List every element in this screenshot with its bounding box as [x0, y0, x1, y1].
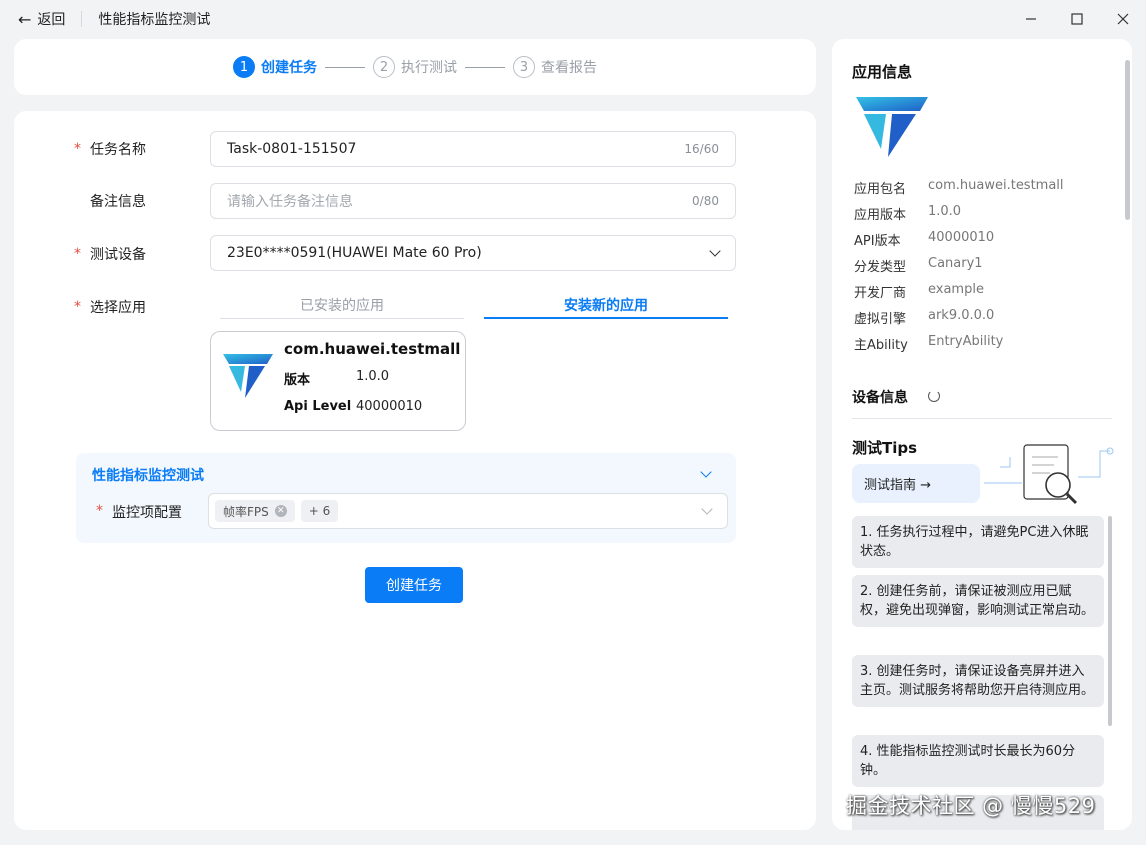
- info-key: 开发厂商: [854, 286, 907, 301]
- search-document-illustration-icon: [984, 444, 1114, 505]
- step-label: 执行测试: [401, 60, 457, 76]
- tip-item: 2. 创建任务前，请保证被测应用已赋权，避免出现弹窗，影响测试正常启动。: [852, 575, 1104, 627]
- chevron-down-icon[interactable]: [700, 466, 712, 478]
- loading-spinner-icon: [928, 390, 940, 402]
- app-logo-icon: [223, 354, 273, 398]
- app-source-tabs: 已安装的应用 安装新的应用: [220, 295, 728, 319]
- remark-label: 备注信息: [90, 194, 146, 210]
- required-mark: *: [74, 141, 81, 157]
- char-counter: 16/60: [684, 142, 719, 156]
- task-name-label: 任务名称: [90, 142, 146, 158]
- arrow-left-icon: ←: [18, 9, 32, 29]
- step-label: 创建任务: [261, 60, 317, 76]
- step-create-task[interactable]: 1 创建任务: [233, 56, 317, 78]
- create-task-button[interactable]: 创建任务: [365, 567, 463, 603]
- required-mark: *: [96, 503, 103, 519]
- version-key: 版本: [284, 373, 311, 388]
- watermark: 掘金技术社区 @ 慢慢529: [846, 794, 1096, 818]
- tag-more-count: + 6: [300, 500, 339, 522]
- tab-install-new-app[interactable]: 安装新的应用: [484, 295, 728, 319]
- device-select[interactable]: 23E0****0591(HUAWEI Mate 60 Pro): [210, 235, 736, 271]
- info-value: Canary1: [928, 256, 983, 271]
- info-value: example: [928, 282, 984, 297]
- tag-fps: 帧率FPS ✕: [215, 500, 295, 522]
- char-counter: 0/80: [692, 194, 719, 208]
- tag-label: 帧率FPS: [223, 504, 269, 519]
- device-value: 23E0****0591(HUAWEI Mate 60 Pro): [227, 245, 482, 261]
- close-icon: [1117, 13, 1129, 25]
- window-controls: [1008, 0, 1146, 38]
- required-mark: *: [74, 246, 81, 262]
- info-value: ark9.0.0.0: [928, 308, 995, 323]
- step-number: 3: [513, 56, 535, 78]
- info-value: EntryAbility: [928, 334, 1004, 349]
- app-package-name: com.huawei.testmall: [284, 340, 461, 358]
- step-connector: [465, 66, 505, 68]
- title-divider: [81, 11, 83, 27]
- step-connector: [325, 66, 365, 68]
- tip-item: 4. 性能指标监控测试时长最长为60分钟。: [852, 735, 1104, 787]
- minimize-button[interactable]: [1008, 0, 1054, 38]
- tip-item: 1. 任务执行过程中，请避免PC进入休眠状态。: [852, 516, 1104, 568]
- step-number: 1: [233, 56, 255, 78]
- chevron-down-icon: [709, 245, 721, 257]
- remark-placeholder: 请输入任务备注信息: [227, 194, 353, 210]
- window-title: 性能指标监控测试: [98, 12, 211, 28]
- tab-installed-apps[interactable]: 已安装的应用: [220, 295, 464, 319]
- remark-input[interactable]: 请输入任务备注信息 0/80: [210, 183, 736, 219]
- required-mark: *: [74, 299, 81, 315]
- info-key: 主Ability: [854, 338, 908, 353]
- version-value: 1.0.0: [356, 369, 390, 384]
- panel-scrollbar[interactable]: [1125, 60, 1130, 220]
- maximize-icon: [1071, 13, 1083, 25]
- step-view-report[interactable]: 3 查看报告: [513, 56, 597, 78]
- test-guide-button[interactable]: 测试指南 →: [852, 464, 980, 503]
- selected-app-card[interactable]: com.huawei.testmall 版本 1.0.0 Api Level 4…: [210, 331, 466, 431]
- maximize-button[interactable]: [1054, 0, 1100, 38]
- monitor-items-select[interactable]: 帧率FPS ✕ + 6: [208, 493, 728, 529]
- title-bar: ← 返回 性能指标监控测试: [0, 0, 1146, 38]
- info-value: 1.0.0: [928, 204, 962, 219]
- minimize-icon: [1026, 18, 1036, 20]
- perf-monitor-section: 性能指标监控测试 * 监控项配置 帧率FPS ✕ + 6: [76, 453, 736, 543]
- info-key: 虚拟引擎: [854, 312, 907, 327]
- section-title: 性能指标监控测试: [92, 468, 204, 484]
- back-label: 返回: [37, 12, 66, 28]
- select-app-label: 选择应用: [90, 300, 146, 316]
- device-info-title: 设备信息: [852, 390, 908, 406]
- info-value: 40000010: [928, 230, 995, 245]
- device-label: 测试设备: [90, 247, 146, 263]
- task-form: * 任务名称 Task-0801-151507 16/60 备注信息 请输入任务…: [14, 111, 816, 830]
- task-name-input[interactable]: Task-0801-151507 16/60: [210, 131, 736, 167]
- info-panel: 应用信息 应用包名 com.huawei.testmall 应用版本 1.0.0…: [832, 39, 1132, 830]
- back-button[interactable]: ← 返回: [18, 9, 65, 29]
- info-value: com.huawei.testmall: [928, 178, 1064, 193]
- monitor-config-label: 监控项配置: [112, 505, 182, 521]
- chevron-down-icon: [701, 503, 713, 515]
- close-button[interactable]: [1100, 0, 1146, 38]
- info-key: 应用版本: [854, 208, 907, 223]
- close-icon[interactable]: ✕: [274, 505, 287, 517]
- tip-item: 3. 创建任务时，请保证设备亮屏并进入主页。测试服务将帮助您开启待测应用。: [852, 655, 1104, 707]
- app-info-title: 应用信息: [852, 63, 913, 81]
- tips-title: 测试Tips: [852, 439, 918, 457]
- info-key: 应用包名: [854, 182, 907, 197]
- api-level-value: 40000010: [356, 399, 423, 414]
- api-level-key: Api Level: [284, 399, 352, 414]
- app-logo-icon: [856, 97, 928, 157]
- info-key: 分发类型: [854, 260, 907, 275]
- section-divider: [852, 418, 1112, 419]
- step-number: 2: [373, 56, 395, 78]
- task-name-value: Task-0801-151507: [227, 141, 357, 157]
- step-label: 查看报告: [541, 60, 597, 76]
- info-key: API版本: [854, 234, 901, 249]
- tips-scrollbar[interactable]: [1108, 516, 1112, 726]
- step-execute-test[interactable]: 2 执行测试: [373, 56, 457, 78]
- steps-bar: 1 创建任务 2 执行测试 3 查看报告: [14, 39, 816, 95]
